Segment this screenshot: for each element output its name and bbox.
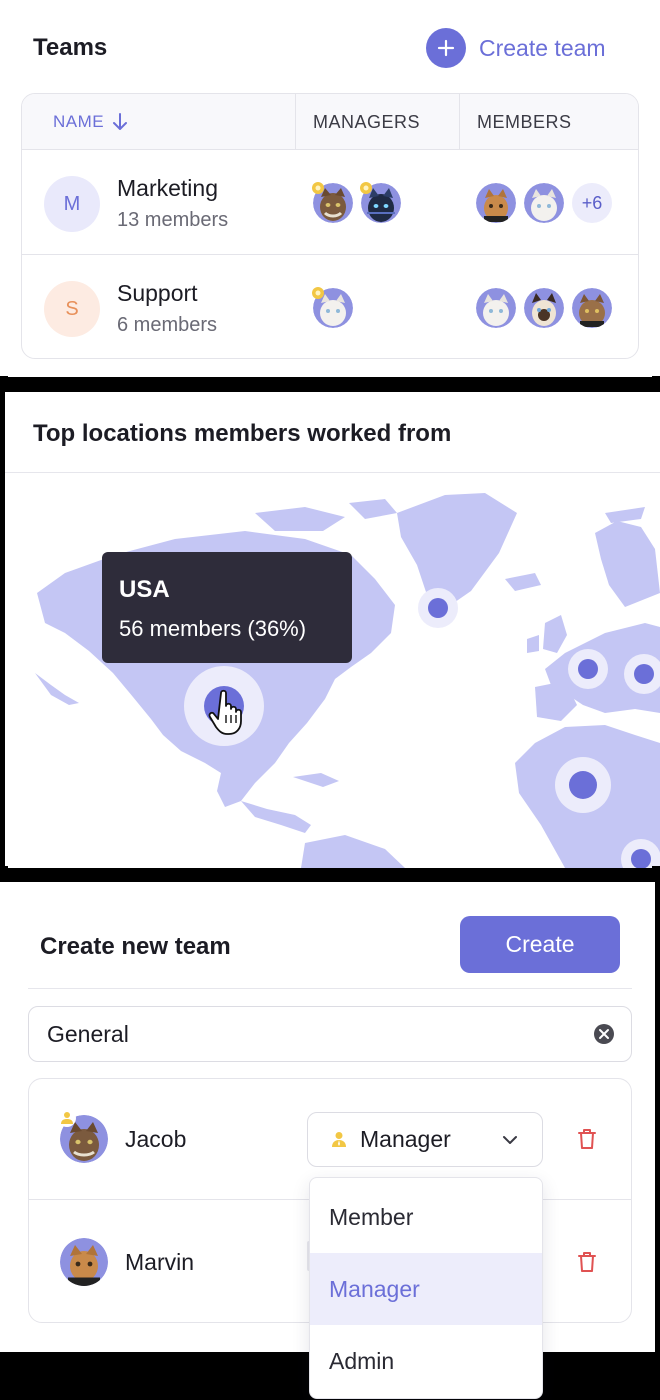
role-option-admin[interactable]: Admin (310, 1325, 542, 1397)
column-header-managers: MANAGERS (313, 111, 421, 132)
create-button[interactable]: Create (460, 916, 620, 973)
member-avatar (476, 288, 516, 328)
member-avatar (60, 1238, 108, 1286)
tooltip-detail: 56 members (36%) (119, 616, 307, 641)
member-avatar (524, 288, 564, 328)
role-select-value: Manager (360, 1126, 451, 1152)
team-avatar: M (44, 176, 100, 232)
manager-person-icon (58, 1109, 76, 1127)
table-row[interactable]: S Support 6 members (22, 256, 638, 358)
chevron-down-icon (503, 1136, 517, 1144)
tooltip-country: USA (119, 576, 170, 603)
trash-icon[interactable] (577, 1128, 597, 1150)
teams-panel: Teams Create team NAME MANAGERS MEMBERS … (0, 0, 660, 377)
table-row[interactable]: M Marketing 13 members +6 (22, 151, 638, 255)
column-header-members: MEMBERS (477, 111, 572, 132)
team-name: Marketing (117, 175, 218, 201)
team-name-input[interactable] (47, 1007, 567, 1061)
location-tooltip: USA 56 members (36%) (102, 552, 352, 663)
member-name: Marvin (125, 1249, 195, 1275)
teams-table: NAME MANAGERS MEMBERS M Marketing 13 mem… (21, 93, 639, 359)
locations-map-panel: Top locations members worked from USA 56… (5, 392, 660, 868)
member-avatar (476, 183, 516, 223)
trash-icon[interactable] (577, 1251, 597, 1273)
member-avatar (572, 288, 612, 328)
sort-arrow-down-icon (113, 113, 128, 130)
clear-input-icon[interactable] (593, 1023, 615, 1045)
world-map (35, 493, 660, 868)
role-option-member[interactable]: Member (310, 1181, 542, 1253)
table-header: NAME MANAGERS MEMBERS (22, 94, 638, 150)
role-select[interactable]: Manager (307, 1112, 543, 1167)
member-avatar (524, 183, 564, 223)
team-name: Support (117, 280, 198, 306)
plus-icon (426, 28, 466, 68)
manager-crown-icon (312, 182, 324, 194)
create-team-title: Create new team (40, 933, 231, 960)
team-name-field (28, 1006, 632, 1062)
column-header-name[interactable]: NAME (53, 94, 128, 150)
teams-title: Teams (33, 34, 108, 61)
manager-crown-icon (360, 182, 372, 194)
team-avatar: S (44, 281, 100, 337)
manager-person-icon (332, 1132, 346, 1147)
create-team-button[interactable]: Create team (426, 28, 606, 68)
member-name: Jacob (125, 1126, 187, 1152)
more-members-badge[interactable]: +6 (572, 183, 612, 223)
manager-crown-icon (312, 287, 324, 299)
team-member-count: 13 members (117, 209, 229, 231)
map-title: Top locations members worked from (33, 420, 452, 447)
team-member-count: 6 members (117, 314, 218, 336)
create-team-label: Create team (479, 34, 606, 61)
role-dropdown-menu: Member Manager Admin (309, 1177, 543, 1399)
role-option-manager[interactable]: Manager (310, 1253, 542, 1325)
